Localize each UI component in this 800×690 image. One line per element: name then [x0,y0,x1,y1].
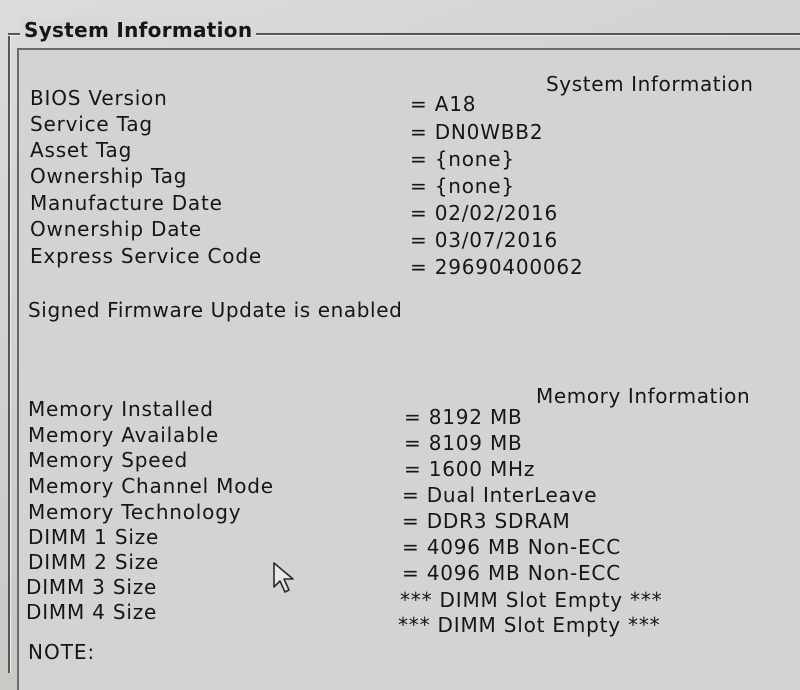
memory-row-value: = 8192 MB [404,405,523,429]
firmware-update-status: Signed Firmware Update is enabled [28,298,403,322]
system-row-label: Manufacture Date [30,191,223,215]
memory-row-label: DIMM 4 Size [26,600,158,624]
system-row-label: Ownership Date [30,217,203,241]
memory-row-value: = 1600 MHz [404,457,536,481]
memory-row-value: = 4096 MB Non-ECC [402,561,621,585]
system-row-value: = 03/07/2016 [410,228,558,252]
memory-row-label: DIMM 1 Size [28,525,160,549]
memory-row-value: = 4096 MB Non-ECC [402,535,621,559]
memory-row-label: DIMM 2 Size [28,550,160,574]
memory-row-value: = DDR3 SDRAM [402,509,571,533]
memory-row-label: Memory Technology [28,500,242,524]
memory-row-value: *** DIMM Slot Empty *** [398,613,661,637]
memory-row-label: Memory Channel Mode [28,474,274,498]
memory-row-label: DIMM 3 Size [26,575,158,599]
system-row-value: = {none} [410,147,515,171]
system-row-label: BIOS Version [30,86,168,110]
mouse-pointer-icon [273,562,294,593]
memory-row-label: Memory Available [28,423,220,447]
memory-row-value: = Dual InterLeave [402,483,598,507]
memory-row-label: Memory Installed [28,397,214,421]
group-frame-left [8,33,11,673]
memory-row-value: = 8109 MB [404,431,523,455]
system-row-label: Service Tag [30,112,153,136]
system-row-label: Express Service Code [30,244,262,268]
system-row-label: Asset Tag [30,138,133,162]
system-info-heading: System Information [546,72,754,96]
memory-row-label: Memory Speed [28,448,188,472]
system-row-value: = 02/02/2016 [410,201,558,225]
memory-info-heading: Memory Information [536,384,751,408]
group-title: System Information [20,18,257,42]
system-row-value: = A18 [410,92,477,116]
system-row-value: = 29690400062 [410,255,584,279]
memory-row-value: *** DIMM Slot Empty *** [400,588,663,612]
system-row-label: Ownership Tag [30,164,188,188]
system-row-value: = {none} [410,174,515,198]
system-row-value: = DN0WBB2 [410,120,544,144]
note-text-partial: NOTE: [28,640,96,664]
